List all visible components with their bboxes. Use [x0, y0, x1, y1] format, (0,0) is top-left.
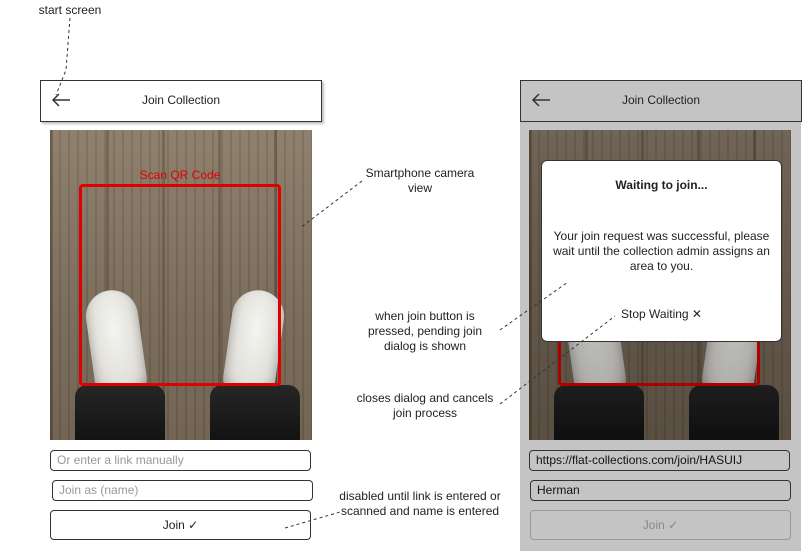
dialog-title: Waiting to join... — [615, 178, 708, 192]
name-input-filled[interactable]: Herman — [530, 480, 791, 501]
left-header: Join Collection — [40, 80, 322, 122]
right-header: Join Collection — [520, 80, 802, 122]
link-input[interactable]: Or enter a link manually — [50, 450, 311, 471]
join-button[interactable]: Join ✓ — [50, 510, 311, 540]
left-camera-view: Scan QR Code — [50, 130, 312, 440]
dialog-body: Your join request was successful, please… — [553, 229, 770, 273]
right-pant — [689, 385, 779, 440]
note-camera-view: Smartphone camera view — [365, 166, 475, 195]
qr-scan-frame — [79, 184, 281, 386]
left-pant — [554, 385, 644, 440]
pending-join-dialog: Waiting to join... Your join request was… — [541, 160, 782, 342]
note-start-screen: start screen — [38, 3, 102, 17]
qr-scan-label: Scan QR Code — [139, 168, 221, 182]
note-disabled: disabled until link is entered or scanne… — [339, 489, 501, 518]
join-button-disabled[interactable]: Join ✓ — [530, 510, 791, 540]
name-input[interactable]: Join as (name) — [52, 480, 313, 501]
note-join-pressed: when join button is pressed, pending joi… — [367, 309, 483, 353]
right-pant — [210, 385, 300, 440]
link-input-filled[interactable]: https://flat-collections.com/join/HASUIJ — [529, 450, 790, 471]
left-pant — [75, 385, 165, 440]
stop-waiting-button[interactable]: Stop Waiting ✕ — [582, 307, 741, 321]
note-closes-dialog: closes dialog and cancels join process — [356, 391, 494, 420]
right-header-title: Join Collection — [621, 93, 701, 107]
left-header-title: Join Collection — [141, 93, 221, 107]
